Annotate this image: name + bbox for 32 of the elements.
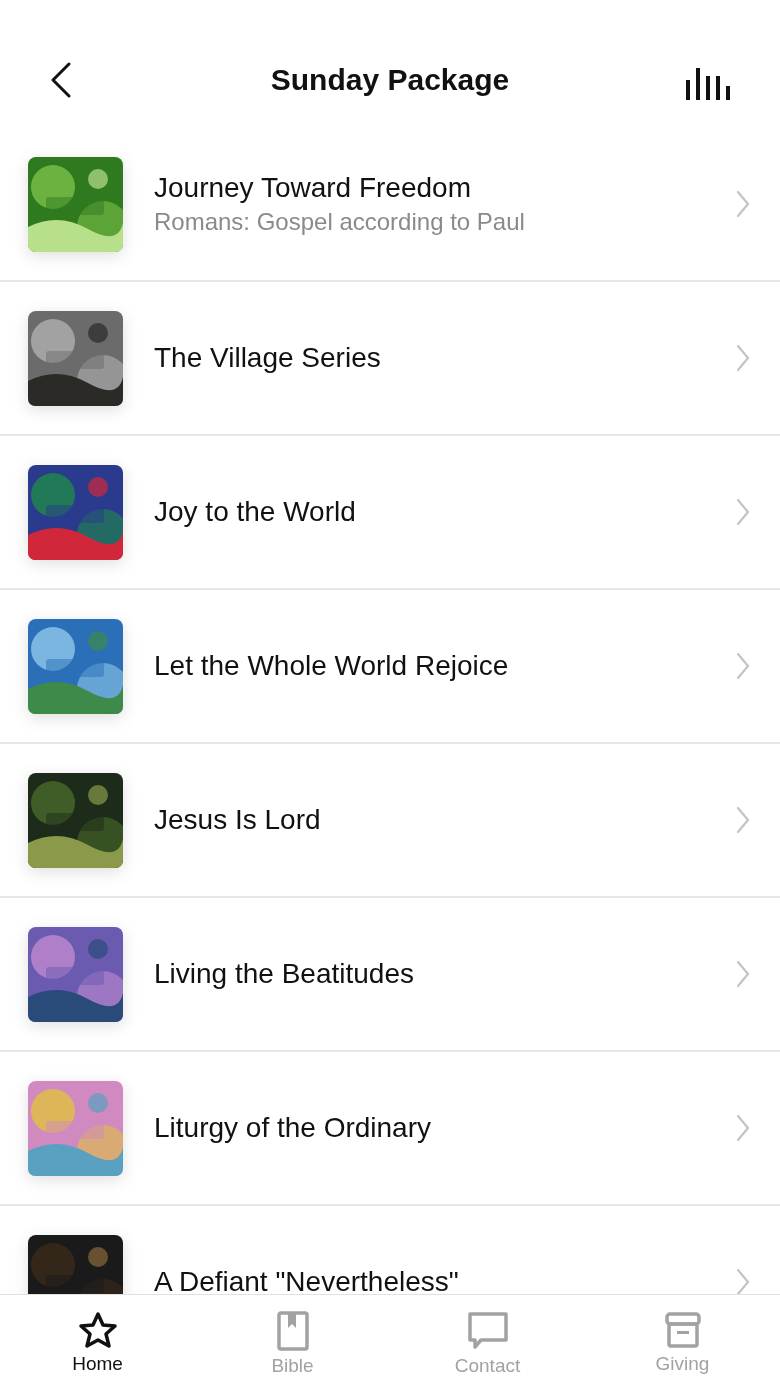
series-title: Let the Whole World Rejoice <box>154 650 510 682</box>
series-title: The Village Series <box>154 342 382 374</box>
chevron-icon <box>736 1268 750 1294</box>
chevron-icon <box>736 190 750 218</box>
series-title: Liturgy of the Ordinary <box>154 1112 433 1144</box>
series-item[interactable]: Journey Toward Freedom Romans: Gospel according to Paul <box>0 128 780 282</box>
chat-icon <box>466 1311 509 1351</box>
tab[interactable]: Home <box>0 1295 195 1387</box>
series-item[interactable]: The Village Series <box>0 282 780 436</box>
star-icon <box>77 1311 118 1349</box>
chevron-icon <box>736 806 750 834</box>
series-subtitle: Romans: Gospel according to Paul <box>154 208 526 236</box>
series-title: Journey Toward Freedom <box>154 172 472 204</box>
series-item[interactable]: Joy to the World <box>0 436 780 590</box>
book-icon <box>275 1311 310 1351</box>
series-title: Joy to the World <box>154 496 357 528</box>
chevron-icon <box>736 498 750 526</box>
series-title: Jesus Is Lord <box>154 804 322 836</box>
series-item[interactable]: Liturgy of the Ordinary <box>0 1052 780 1206</box>
chevron-icon <box>736 344 750 372</box>
box-icon <box>663 1311 702 1349</box>
back-icon[interactable] <box>50 62 72 98</box>
series-item[interactable]: Jesus Is Lord <box>0 744 780 898</box>
equalizer-icon[interactable] <box>686 68 730 100</box>
chevron-icon <box>736 652 750 680</box>
chevron-icon <box>736 960 750 988</box>
chevron-icon <box>736 1114 750 1142</box>
series-item[interactable]: Living the Beatitudes <box>0 898 780 1052</box>
series-title: A Defiant "Nevertheless" <box>154 1266 460 1294</box>
series-item[interactable]: Let the Whole World Rejoice <box>0 590 780 744</box>
page-title: Sunday Package <box>270 63 510 97</box>
series-title: Living the Beatitudes <box>154 958 415 990</box>
